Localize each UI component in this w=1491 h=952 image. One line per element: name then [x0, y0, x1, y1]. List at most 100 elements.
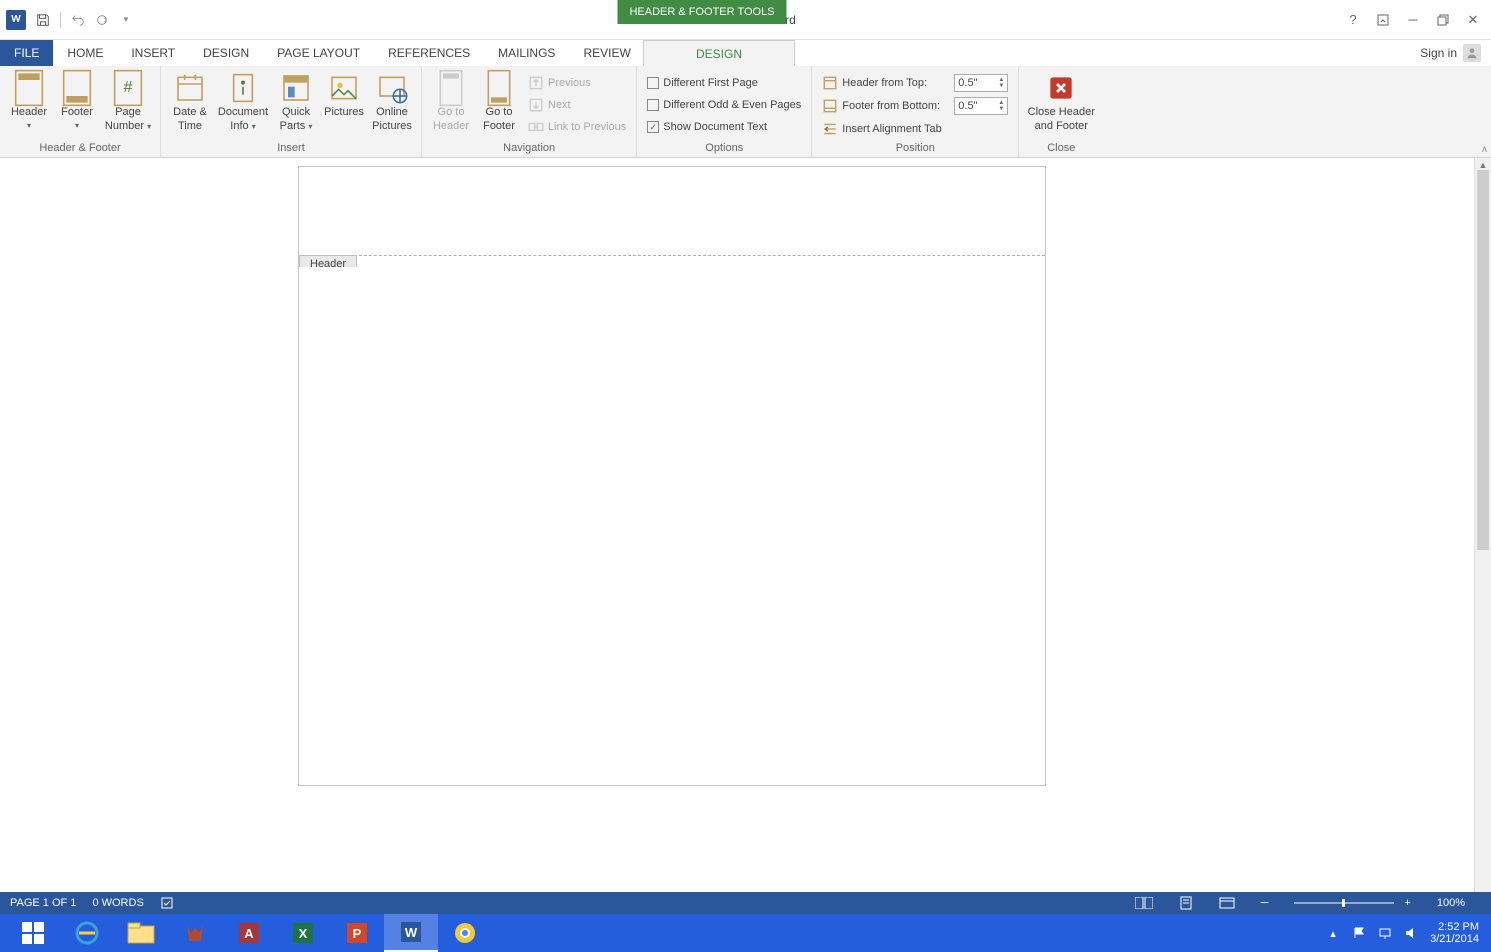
online-pictures-button[interactable]: Online Pictures — [369, 68, 415, 132]
redo-icon[interactable] — [91, 9, 113, 31]
footer-button[interactable]: Footer ▾ — [54, 68, 100, 132]
tab-file[interactable]: FILE — [0, 40, 53, 66]
taskbar-clock[interactable]: 2:52 PM 3/21/2014 — [1430, 921, 1479, 945]
tab-references[interactable]: REFERENCES — [374, 40, 484, 66]
word-count[interactable]: 0 WORDS — [92, 897, 143, 909]
save-icon[interactable] — [32, 9, 54, 31]
tray-flag-icon[interactable] — [1352, 926, 1366, 940]
group-label-close: Close — [1025, 142, 1097, 158]
taskbar-chrome-icon[interactable] — [438, 914, 492, 952]
pictures-icon — [328, 72, 360, 104]
document-scroll-area[interactable]: Header — [0, 158, 1474, 914]
link-icon — [528, 119, 544, 135]
spinner-icon[interactable]: ▲▼ — [998, 100, 1004, 112]
quick-parts-button[interactable]: Quick Parts ▾ — [273, 68, 319, 133]
checkbox-icon — [647, 99, 659, 111]
vertical-scrollbar[interactable]: ▲ ▼ — [1474, 158, 1491, 914]
ribbon: Header ▾ Footer ▾ # Page Number ▾ Header… — [0, 66, 1491, 158]
tab-insert[interactable]: INSERT — [117, 40, 189, 66]
footer-bottom-input[interactable]: 0.5" ▲▼ — [954, 97, 1008, 115]
word-logo-icon: W — [6, 10, 26, 30]
different-odd-even-checkbox[interactable]: Different Odd & Even Pages — [643, 94, 805, 116]
goto-header-icon — [435, 72, 467, 104]
pictures-button[interactable]: Pictures — [321, 68, 367, 118]
taskbar-app-fox-icon[interactable] — [168, 914, 222, 952]
window-controls: ? ─ ✕ — [1343, 10, 1491, 30]
tray-up-icon[interactable]: ▴ — [1326, 926, 1340, 940]
alignment-tab-icon — [822, 121, 838, 137]
web-layout-icon[interactable] — [1219, 897, 1235, 909]
date-time-button[interactable]: Date & Time — [167, 68, 213, 132]
avatar-icon — [1463, 44, 1481, 62]
minimize-icon[interactable]: ─ — [1403, 10, 1423, 30]
proofing-icon[interactable] — [160, 896, 174, 910]
header-edit-area[interactable] — [299, 167, 1045, 255]
group-label-navigation: Navigation — [428, 142, 630, 158]
group-label-insert: Insert — [167, 142, 415, 158]
zoom-thumb[interactable] — [1342, 899, 1345, 907]
taskbar-excel-icon[interactable]: X — [276, 914, 330, 952]
zoom-out-button[interactable]: ─ — [1261, 897, 1269, 909]
start-button[interactable] — [6, 914, 60, 952]
zoom-in-button[interactable]: + — [1404, 897, 1410, 909]
insert-alignment-tab-button[interactable]: Insert Alignment Tab — [818, 118, 1012, 140]
close-header-footer-button[interactable]: Close Header and Footer — [1025, 68, 1097, 132]
help-icon[interactable]: ? — [1343, 10, 1363, 30]
show-doc-text-label: Show Document Text — [663, 121, 767, 133]
qat-customize-icon[interactable]: ▾ — [115, 9, 137, 31]
tray-network-icon[interactable] — [1378, 926, 1392, 940]
document-info-button[interactable]: Document Info ▾ — [215, 68, 271, 133]
tab-context-design[interactable]: DESIGN — [643, 40, 795, 66]
page-number-icon: # — [112, 72, 144, 104]
different-first-page-checkbox[interactable]: Different First Page — [643, 72, 805, 94]
group-header-footer: Header ▾ Footer ▾ # Page Number ▾ Header… — [0, 66, 161, 158]
sign-in[interactable]: Sign in — [1420, 44, 1481, 62]
page-number-button[interactable]: # Page Number ▾ — [102, 68, 154, 133]
print-layout-icon[interactable] — [1179, 896, 1193, 910]
ribbon-display-options-icon[interactable] — [1373, 10, 1393, 30]
quick-access-toolbar: W ▾ — [0, 9, 137, 31]
zoom-slider[interactable] — [1294, 902, 1394, 904]
document-info-icon — [227, 72, 259, 104]
tab-review[interactable]: REVIEW — [569, 40, 644, 66]
taskbar-powerpoint-icon[interactable]: P — [330, 914, 384, 952]
tab-mailings[interactable]: MAILINGS — [484, 40, 569, 66]
sign-in-label: Sign in — [1420, 46, 1457, 60]
header-top-input[interactable]: 0.5" ▲▼ — [954, 74, 1008, 92]
footer-icon — [61, 72, 93, 104]
taskbar-access-icon[interactable]: A — [222, 914, 276, 952]
header-icon — [13, 72, 45, 104]
collapse-ribbon-icon[interactable]: ʌ — [1482, 144, 1487, 155]
quick-parts-l2: Parts — [280, 120, 306, 132]
doc-info-l1: Document — [218, 106, 268, 118]
diff-first-label: Different First Page — [663, 77, 758, 89]
tab-home[interactable]: HOME — [53, 40, 117, 66]
read-mode-icon[interactable] — [1135, 897, 1153, 909]
close-icon[interactable]: ✕ — [1463, 10, 1483, 30]
zoom-level[interactable]: 100% — [1437, 897, 1465, 909]
page-count[interactable]: PAGE 1 OF 1 — [10, 897, 76, 909]
header-button[interactable]: Header ▾ — [6, 68, 52, 132]
doc-info-l2: Info — [230, 120, 248, 132]
restore-icon[interactable] — [1433, 10, 1453, 30]
taskbar-word-icon[interactable]: W — [384, 914, 438, 952]
document-page[interactable]: Header — [298, 166, 1046, 786]
goto-footer-l2: Footer — [483, 120, 515, 132]
tray-volume-icon[interactable] — [1404, 926, 1418, 940]
goto-footer-button[interactable]: Go to Footer — [476, 68, 522, 132]
scroll-thumb[interactable] — [1477, 170, 1489, 550]
quick-parts-icon — [280, 72, 312, 104]
taskbar-ie-icon[interactable] — [60, 914, 114, 952]
chevron-down-icon: ▾ — [147, 122, 151, 131]
taskbar-explorer-icon[interactable] — [114, 914, 168, 952]
undo-icon[interactable] — [67, 9, 89, 31]
document-body-dimmed — [299, 267, 1045, 785]
scroll-track[interactable] — [1475, 170, 1491, 902]
scroll-up-icon[interactable]: ▲ — [1479, 160, 1488, 170]
tab-page-layout[interactable]: PAGE LAYOUT — [263, 40, 374, 66]
show-document-text-checkbox[interactable]: ✓ Show Document Text — [643, 116, 805, 138]
tab-design[interactable]: DESIGN — [189, 40, 263, 66]
online-pictures-l2: Pictures — [372, 120, 412, 132]
title-bar: W ▾ Document1 - Word HEADER & FOOTER TOO… — [0, 0, 1491, 40]
spinner-icon[interactable]: ▲▼ — [998, 77, 1004, 89]
